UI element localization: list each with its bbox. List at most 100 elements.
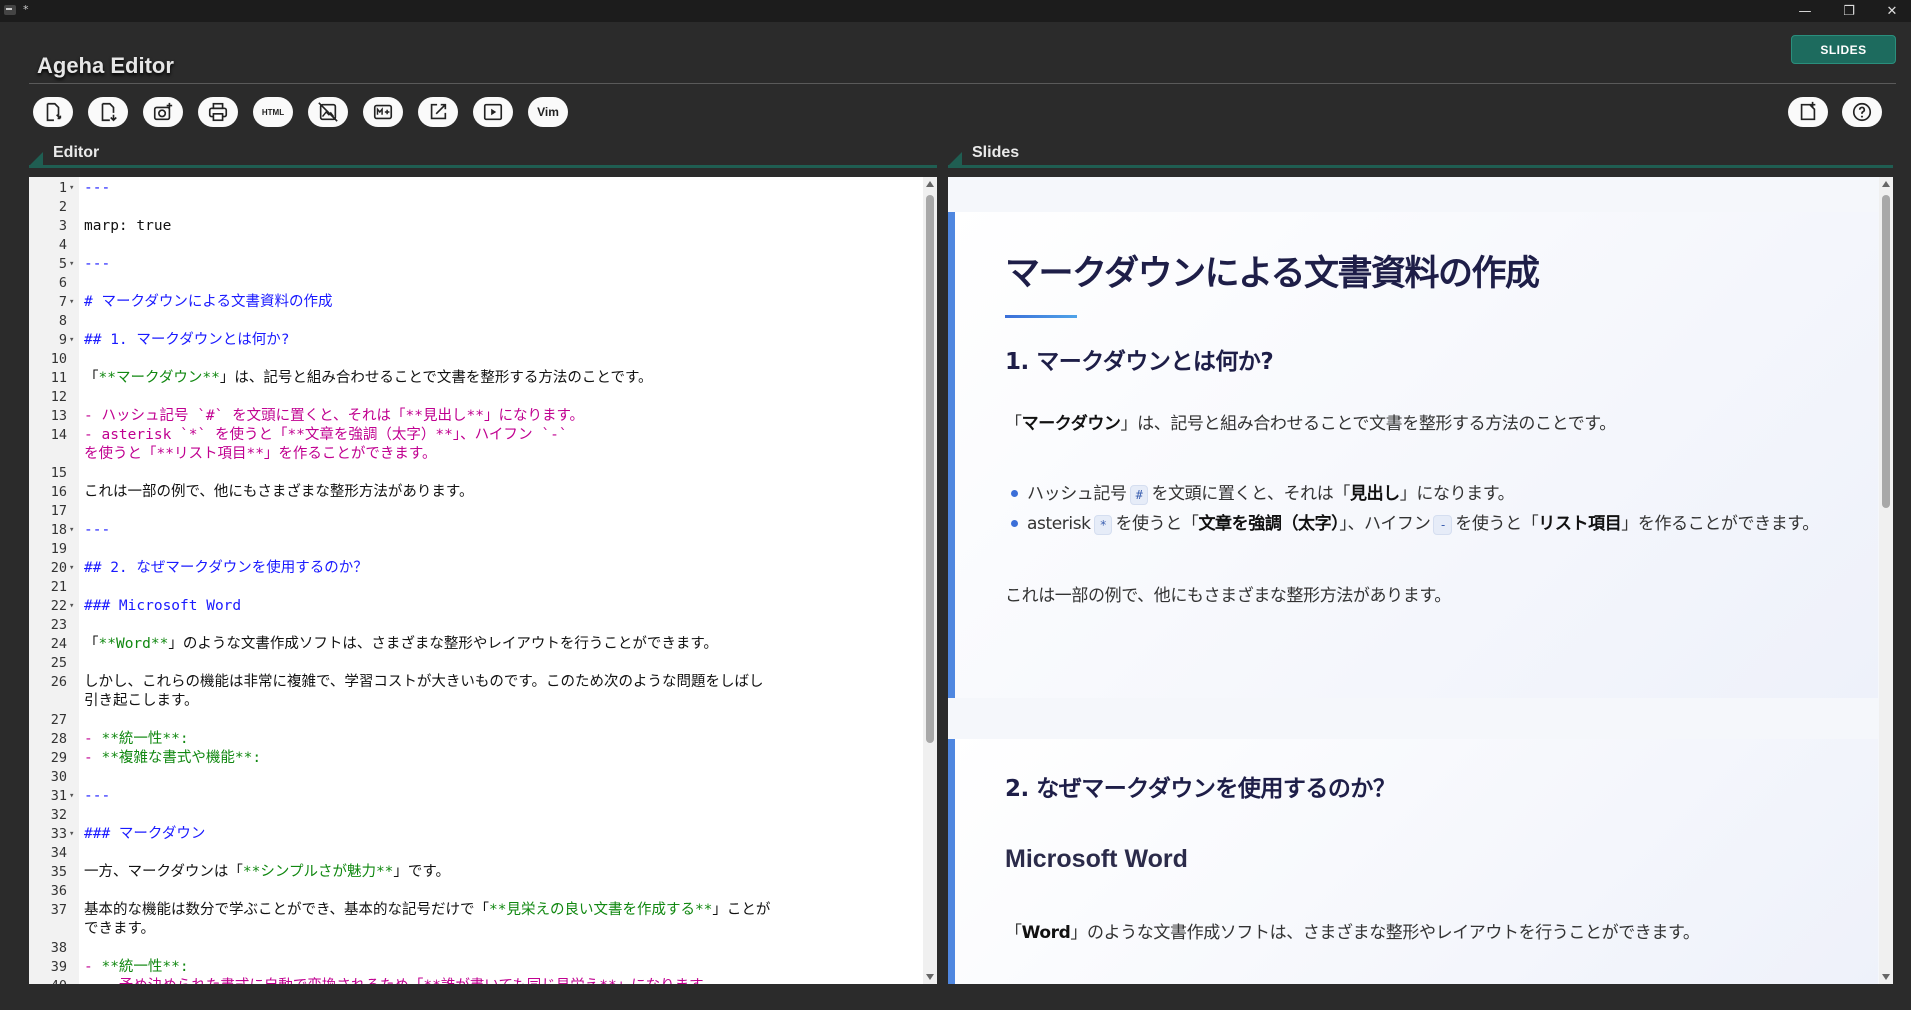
editor-line[interactable]: 16 これは一部の例で、他にもさまざまな整形方法があります。 <box>29 483 919 502</box>
play-slideshow-button[interactable] <box>473 97 513 127</box>
line-number: 19 <box>50 541 67 557</box>
line-number: 2 <box>58 199 67 215</box>
editor-line[interactable]: 24 「**Word**」のような文書作成ソフトは、さまざまな整形やレイアウトを行… <box>29 635 919 654</box>
slide-title: マークダウンによる文書資料の作成 <box>1005 254 1540 294</box>
slides-panel-corner <box>948 152 962 166</box>
editor-line[interactable]: 13 - ハッシュ記号 `#` を文頭に置くと、それは「**見出し**」になります… <box>29 407 919 426</box>
editor-line-text: ### マークダウン <box>84 826 206 842</box>
editor-line[interactable]: 3 marp: true <box>29 217 919 236</box>
fold-toggle-icon[interactable]: ▾ <box>69 255 74 274</box>
maximize-button[interactable]: ❐ <box>1827 0 1871 22</box>
editor-line[interactable]: 33 ▾ ### マークダウン <box>29 825 919 844</box>
scroll-up-icon[interactable] <box>926 181 934 187</box>
fold-toggle-icon[interactable]: ▾ <box>69 825 74 844</box>
slide-1: マークダウンによる文書資料の作成 1. マークダウンとは何か? 「マークダウン」… <box>948 212 1878 698</box>
editor-line-text: # マークダウンによる文書資料の作成 <box>84 294 333 310</box>
editor-line[interactable]: 6 <box>29 274 919 293</box>
editor-line[interactable]: 36 <box>29 882 919 901</box>
editor-line[interactable]: 12 <box>29 388 919 407</box>
editor-line[interactable]: 19 <box>29 540 919 559</box>
editor-line[interactable]: 23 <box>29 616 919 635</box>
fold-toggle-icon[interactable]: ▾ <box>69 331 74 350</box>
editor-line[interactable]: 22 ▾ ### Microsoft Word <box>29 597 919 616</box>
editor-line[interactable]: 2 <box>29 198 919 217</box>
editor-scroll-thumb[interactable] <box>926 195 934 743</box>
fold-toggle-icon[interactable]: ▾ <box>69 559 74 578</box>
editor-line-text: - asterisk `*` を使うと「**文章を強調（太字）**」、ハイフン … <box>84 427 568 462</box>
fold-toggle-icon[interactable]: ▾ <box>69 179 74 198</box>
fold-toggle-icon[interactable]: ▾ <box>69 293 74 312</box>
vim-mode-icon: Vim <box>537 105 559 119</box>
editor-line[interactable]: 10 <box>29 350 919 369</box>
html-export-icon: HTML <box>261 107 285 117</box>
editor-line[interactable]: 28 - **統一性**: <box>29 730 919 749</box>
markdown-button[interactable] <box>363 97 403 127</box>
open-external-button[interactable] <box>418 97 458 127</box>
editor-line[interactable]: 18 ▾ --- <box>29 521 919 540</box>
minimize-button[interactable]: — <box>1783 0 1827 22</box>
scroll-up-icon[interactable] <box>1882 181 1890 187</box>
fold-toggle-icon[interactable]: ▾ <box>69 787 74 806</box>
editor-line-text: しかし、これらの機能は非常に複雑で、学習コストが大きいものです。このため次のよう… <box>84 674 764 709</box>
editor-line-text <box>84 844 919 863</box>
fold-toggle-icon[interactable]: ▾ <box>69 597 74 616</box>
line-number: 9 <box>58 332 67 348</box>
editor-line-text <box>84 654 919 673</box>
open-file-button[interactable] <box>33 97 73 127</box>
editor-line[interactable]: 26 しかし、これらの機能は非常に複雑で、学習コストが大きいものです。このため次の… <box>29 673 919 711</box>
slides-scroll-thumb[interactable] <box>1882 195 1890 508</box>
editor-line-text: --- <box>84 256 111 272</box>
editor-line[interactable]: 4 <box>29 236 919 255</box>
editor-panel-rule <box>29 165 937 168</box>
scroll-down-icon[interactable] <box>926 974 934 980</box>
editor-line[interactable]: 30 <box>29 768 919 787</box>
editor-content[interactable]: 1 ▾ --- 2 3 marp: true 4 5 ▾ --- 6 7 ▾ # マークダウンによる… <box>29 179 919 984</box>
editor-line[interactable]: 34 <box>29 844 919 863</box>
editor-line[interactable]: 40 予め決められた書式に自動で変換されるため「**誰が書いても同じ見栄え**」… <box>29 977 919 984</box>
editor-line[interactable]: 5 ▾ --- <box>29 255 919 274</box>
editor-line[interactable]: 31 ▾ --- <box>29 787 919 806</box>
toggle-images-button[interactable] <box>308 97 348 127</box>
editor-line[interactable]: 32 <box>29 806 919 825</box>
slides-scrollbar[interactable] <box>1879 177 1893 984</box>
vim-mode-button[interactable]: Vim <box>528 97 568 127</box>
editor-line[interactable]: 15 <box>29 464 919 483</box>
editor-line[interactable]: 9 ▾ ## 1. マークダウンとは何か? <box>29 331 919 350</box>
editor-line-text <box>84 540 919 559</box>
screenshot-button[interactable] <box>143 97 183 127</box>
slide-2: 2. なぜマークダウンを使用するのか？ Microsoft Word 「Word… <box>948 739 1878 984</box>
editor-line-text: - **統一性**: <box>84 731 189 747</box>
print-button[interactable] <box>198 97 238 127</box>
html-export-button[interactable]: HTML <box>253 97 293 127</box>
fold-toggle-icon[interactable]: ▾ <box>69 521 74 540</box>
editor-line[interactable]: 7 ▾ # マークダウンによる文書資料の作成 <box>29 293 919 312</box>
editor-line[interactable]: 11 「**マークダウン**」は、記号と組み合わせることで文書を整形する方法のこと… <box>29 369 919 388</box>
slides-preview[interactable]: マークダウンによる文書資料の作成 1. マークダウンとは何か? 「マークダウン」… <box>948 177 1893 984</box>
new-file-icon <box>1800 101 1816 121</box>
editor-line[interactable]: 8 <box>29 312 919 331</box>
help-icon <box>1852 102 1872 122</box>
editor-line[interactable]: 35 一方、マークダウンは「**シンプルさが魅力**」です。 <box>29 863 919 882</box>
editor-line[interactable]: 38 <box>29 939 919 958</box>
new-file-button[interactable] <box>1788 97 1828 127</box>
terminal-icon <box>4 5 16 15</box>
editor-line-text <box>84 616 919 635</box>
editor-line[interactable]: 29 - **複雑な書式や機能**: <box>29 749 919 768</box>
editor-line[interactable]: 25 <box>29 654 919 673</box>
close-button[interactable]: ✕ <box>1870 0 1911 22</box>
editor-line[interactable]: 14 - asterisk `*` を使うと「**文章を強調（太字）**」、ハイフ… <box>29 426 919 464</box>
markdown-editor[interactable]: 1 ▾ --- 2 3 marp: true 4 5 ▾ --- 6 7 ▾ # マークダウンによる… <box>29 177 937 984</box>
editor-line[interactable]: 37 基本的な機能は数分で学ぶことができ、基本的な記号だけで「**見栄えの良い文書… <box>29 901 919 939</box>
editor-scrollbar[interactable] <box>923 177 937 984</box>
line-number: 40 <box>29 977 67 984</box>
editor-line[interactable]: 17 <box>29 502 919 521</box>
save-file-button[interactable] <box>88 97 128 127</box>
editor-line[interactable]: 1 ▾ --- <box>29 179 919 198</box>
editor-line[interactable]: 21 <box>29 578 919 597</box>
editor-line[interactable]: 39 - **統一性**: <box>29 958 919 977</box>
editor-line[interactable]: 20 ▾ ## 2. なぜマークダウンを使用するのか？ <box>29 559 919 578</box>
editor-line[interactable]: 27 <box>29 711 919 730</box>
slides-mode-button[interactable]: SLIDES <box>1791 35 1896 64</box>
help-button[interactable] <box>1842 97 1882 127</box>
scroll-down-icon[interactable] <box>1882 974 1890 980</box>
